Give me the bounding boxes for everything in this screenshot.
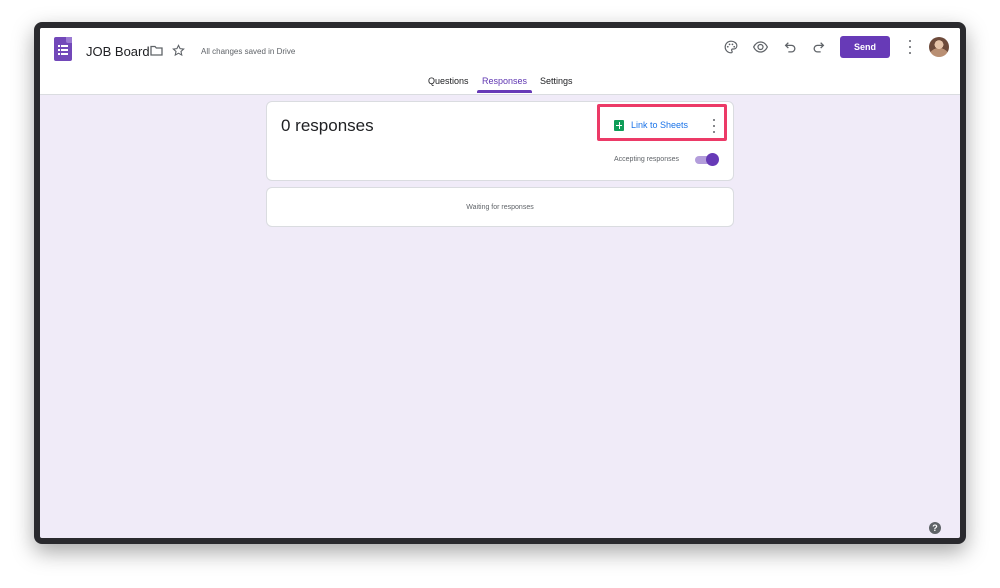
response-count: 0 responses <box>281 116 374 135</box>
responses-more-icon[interactable] <box>712 119 716 133</box>
send-button[interactable]: Send <box>840 36 890 58</box>
help-icon[interactable]: ? <box>929 522 941 534</box>
palette-icon[interactable] <box>724 40 738 54</box>
tab-settings[interactable]: Settings <box>540 76 573 86</box>
link-to-sheets-button[interactable]: Link to Sheets <box>631 120 688 130</box>
active-tab-indicator <box>477 90 532 93</box>
folder-icon[interactable] <box>150 45 163 56</box>
undo-icon[interactable] <box>784 41 797 53</box>
forms-app: JOB Board All changes saved in Drive Sen… <box>40 28 960 538</box>
redo-icon[interactable] <box>812 41 825 53</box>
waiting-card: Waiting for responses <box>266 187 734 227</box>
forms-logo-icon[interactable] <box>54 37 72 61</box>
document-title[interactable]: JOB Board <box>86 44 150 59</box>
star-icon[interactable] <box>172 44 185 57</box>
tab-questions[interactable]: Questions <box>428 76 469 86</box>
responses-summary-card: 0 responses Link to Sheets Accepting res… <box>266 101 734 181</box>
avatar[interactable] <box>929 37 949 57</box>
save-status: All changes saved in Drive <box>201 47 296 56</box>
accepting-responses-label: Accepting responses <box>614 156 679 163</box>
eye-icon[interactable] <box>753 41 768 53</box>
accepting-toggle-thumb[interactable] <box>706 153 719 166</box>
more-options-icon[interactable] <box>908 40 912 54</box>
tab-responses[interactable]: Responses <box>482 76 527 86</box>
waiting-message: Waiting for responses <box>466 204 534 211</box>
browser-window: JOB Board All changes saved in Drive Sen… <box>34 22 966 544</box>
sheets-icon[interactable] <box>614 120 624 131</box>
